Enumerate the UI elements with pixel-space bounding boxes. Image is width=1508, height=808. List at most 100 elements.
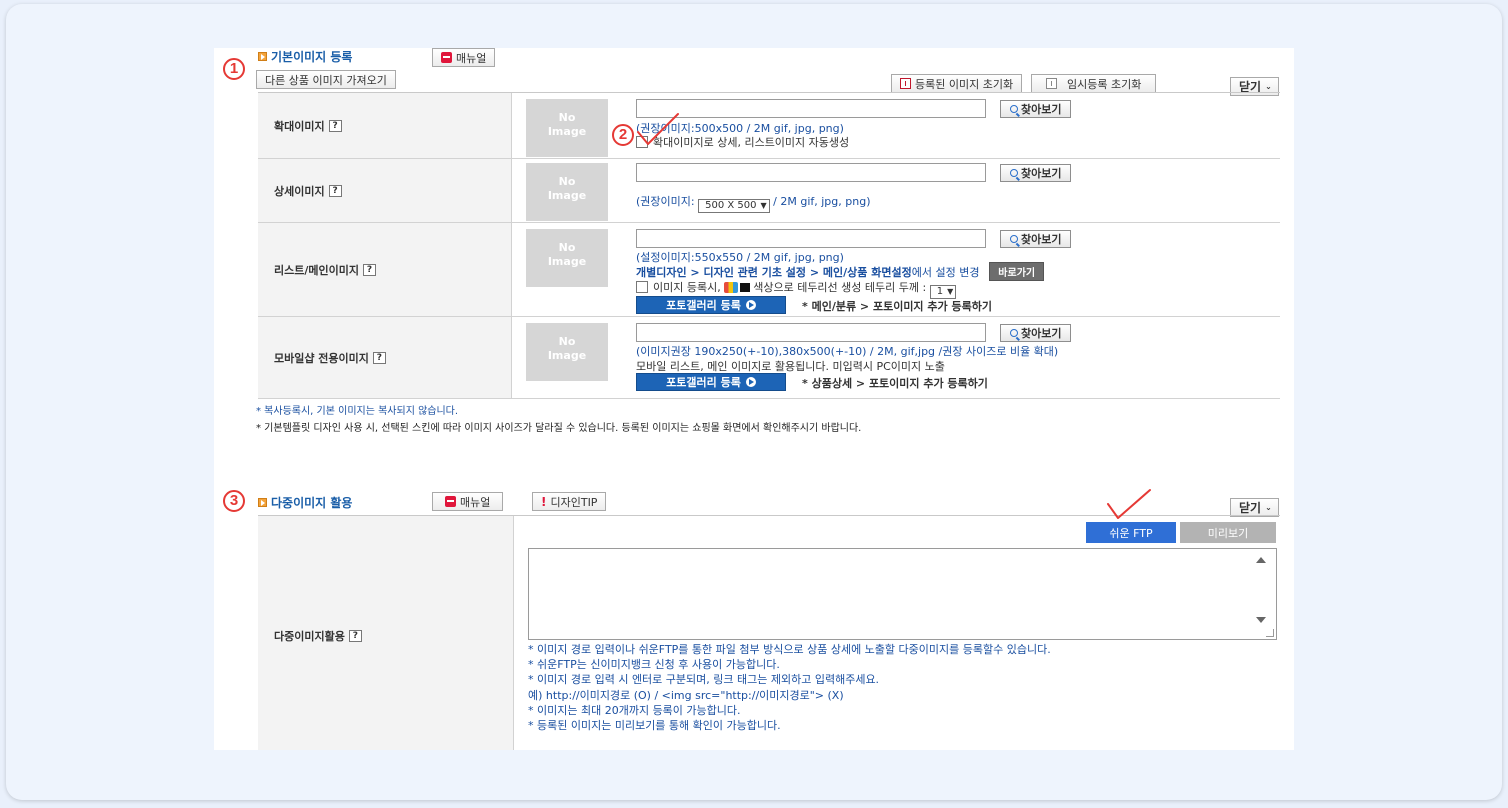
help-icon[interactable]: ?	[362, 263, 376, 276]
no-image-placeholder: No Image	[526, 99, 608, 157]
table-row: 모바일샵 전용이미지 ? No Image 찾아보기 (이미지권장 190x25…	[258, 317, 1280, 399]
scroll-up-icon[interactable]	[1256, 557, 1266, 563]
manual-icon	[445, 496, 456, 507]
help-line: * 이미지는 최대 20개까지 등록이 가능합니다.	[528, 703, 741, 717]
resize-grip-icon[interactable]	[1266, 629, 1274, 637]
scroll-down-icon[interactable]	[1256, 617, 1266, 623]
preview-button[interactable]: 미리보기	[1180, 522, 1276, 543]
no-image-placeholder: No Image	[526, 323, 608, 381]
play-icon	[745, 300, 756, 310]
annotation-number-3: 3	[223, 490, 245, 512]
help-icon[interactable]: ?	[328, 119, 342, 132]
help-icon[interactable]: ?	[348, 630, 362, 642]
manual-icon	[441, 52, 452, 63]
search-icon	[1010, 169, 1018, 177]
table-row: 상세이미지 ? No Image 찾아보기 (권장이미지: 500 X 500 ▼…	[258, 159, 1280, 223]
goto-button[interactable]: 바로가기	[989, 262, 1045, 281]
color-palette-icon[interactable]	[724, 282, 739, 293]
gallery-path-text: * 상품상세 > 포토이미지 추가 등록하기	[802, 377, 988, 390]
no-image-placeholder: No Image	[526, 229, 608, 287]
help-icon[interactable]: ?	[372, 351, 386, 364]
table-row: 확대이미지 ? No Image 찾아보기 (권장이미지:500x500 / 2…	[258, 93, 1280, 159]
detail-size-select[interactable]: 500 X 500 ▼	[698, 198, 770, 213]
border-width-select[interactable]: 1 ▼	[929, 284, 957, 299]
checkmark-annotation	[637, 113, 679, 145]
detail-image-file-input[interactable]	[636, 163, 986, 182]
design-tip-button[interactable]: ! 디자인TIP	[532, 492, 607, 511]
border-width-value: 1	[936, 286, 944, 297]
manual-button-label: 매뉴얼	[460, 495, 491, 509]
annotation-number-2: 2	[612, 124, 634, 146]
mobile-image-hint: (이미지권장 190x250(+-10),380x500(+-10) / 2M,…	[636, 345, 1059, 358]
mobile-image-file-input[interactable]	[636, 323, 986, 342]
border-suffix: 색상으로 테두리선 생성 테두리 두께 :	[753, 281, 927, 294]
find-button[interactable]: 찾아보기	[1000, 164, 1072, 182]
row-label-mobile: 모바일샵 전용이미지 ?	[258, 317, 512, 398]
find-button[interactable]: 찾아보기	[1000, 324, 1072, 342]
reset-temp-icon	[1046, 78, 1057, 89]
copy-images-button[interactable]: 다른 상품 이미지 가져오기	[256, 70, 396, 89]
content-panel: 기본이미지 등록 매뉴얼 다른 상품 이미지 가져오기 등록된 이미지 초기화 …	[214, 48, 1294, 750]
help-line: 예) http://이미지경로 (O) / <img src="http://이…	[528, 688, 844, 702]
image-table: 확대이미지 ? No Image 찾아보기 (권장이미지:500x500 / 2…	[258, 92, 1280, 399]
row-label-text: 확대이미지	[274, 119, 325, 133]
find-label: 찾아보기	[1021, 167, 1062, 180]
checkmark-annotation-ftp	[1107, 489, 1151, 519]
gallery-button-label: 포토갤러리 등록	[666, 299, 741, 312]
search-icon	[1010, 105, 1018, 113]
template-note: * 기본템플릿 디자인 사용 시, 선택된 스킨에 따라 이미지 사이즈가 달라…	[256, 423, 862, 434]
manual-button-label: 매뉴얼	[456, 51, 487, 65]
help-line: * 이미지 경로 입력이나 쉬운FTP를 통한 파일 첨부 방식으로 상품 상세…	[528, 643, 1051, 656]
photo-gallery-button[interactable]: 포토갤러리 등록	[636, 373, 786, 391]
search-icon	[1010, 235, 1018, 243]
photo-gallery-button[interactable]: 포토갤러리 등록	[636, 296, 786, 314]
no-image-line1: No	[558, 335, 576, 348]
help-line: * 등록된 이미지는 미리보기를 통해 확인이 가능합니다.	[528, 719, 781, 733]
no-image-line2: Image	[547, 189, 587, 202]
help-line: * 쉬운FTP는 신이미지뱅크 신청 후 사용이 가능합니다.	[528, 658, 780, 672]
find-label: 찾아보기	[1021, 327, 1062, 340]
chevron-down-icon: ▼	[760, 201, 767, 210]
row-label-text: 상세이미지	[274, 184, 325, 198]
chevron-down-icon: ⌄	[1265, 82, 1272, 91]
reset-registered-images-button[interactable]: 등록된 이미지 초기화	[891, 74, 1023, 93]
design-tip-label: 디자인TIP	[550, 495, 598, 509]
alert-icon: !	[541, 494, 547, 509]
help-line: * 이미지 경로 입력 시 엔터로 구분되며, 링크 태그는 제외하고 입력해주…	[528, 673, 880, 687]
play-icon	[745, 377, 756, 387]
border-checkbox[interactable]	[636, 281, 648, 293]
gallery-path-text: * 메인/분류 > 포토이미지 추가 등록하기	[802, 300, 992, 313]
reset-icon	[900, 78, 911, 89]
table-row: 리스트/메인이미지 ? No Image 찾아보기 (설정이미지:550x550…	[258, 223, 1280, 317]
no-image-line2: Image	[547, 125, 587, 138]
reset-temp-label: 임시등록 초기화	[1067, 77, 1142, 91]
arrow-icon	[258, 52, 267, 61]
image-paths-textarea[interactable]	[528, 548, 1277, 640]
reset-temp-button[interactable]: 임시등록 초기화	[1031, 74, 1157, 93]
no-image-placeholder: No Image	[526, 163, 608, 221]
arrow-icon	[258, 498, 267, 507]
design-path-text: 개별디자인 > 디자인 관련 기초 설정 > 메인/상품 화면설정	[636, 266, 912, 279]
gallery-button-label: 포토갤러리 등록	[666, 376, 741, 389]
find-button[interactable]: 찾아보기	[1000, 100, 1072, 118]
no-image-line2: Image	[547, 349, 587, 362]
mobile-image-desc: 모바일 리스트, 메인 이미지로 활용됩니다. 미입력시 PC이미지 노출	[636, 360, 945, 373]
manual-button[interactable]: 매뉴얼	[432, 48, 496, 67]
chevron-down-icon: ▼	[947, 287, 954, 296]
help-icon[interactable]: ?	[328, 184, 342, 197]
border-prefix: 이미지 등록시,	[653, 281, 721, 294]
copy-images-label: 다른 상품 이미지 가져오기	[265, 73, 387, 87]
find-label: 찾아보기	[1021, 233, 1062, 246]
chevron-down-icon: ⌄	[1265, 503, 1272, 512]
find-button[interactable]: 찾아보기	[1000, 230, 1072, 248]
multi-image-help: * 이미지 경로 입력이나 쉬운FTP를 통한 파일 첨부 방식으로 상품 상세…	[528, 642, 1288, 733]
design-path-suffix: 에서 설정 변경	[911, 266, 980, 279]
row-label-list: 리스트/메인이미지 ?	[258, 223, 512, 316]
row-label-text: 리스트/메인이미지	[274, 263, 359, 277]
list-image-file-input[interactable]	[636, 229, 986, 248]
no-image-line1: No	[558, 175, 576, 188]
zoom-image-file-input[interactable]	[636, 99, 986, 118]
manual-button-2[interactable]: 매뉴얼	[432, 492, 504, 511]
row-label-text: 다중이미지활용	[274, 630, 345, 643]
row-label-multi: 다중이미지활용 ?	[258, 516, 514, 750]
